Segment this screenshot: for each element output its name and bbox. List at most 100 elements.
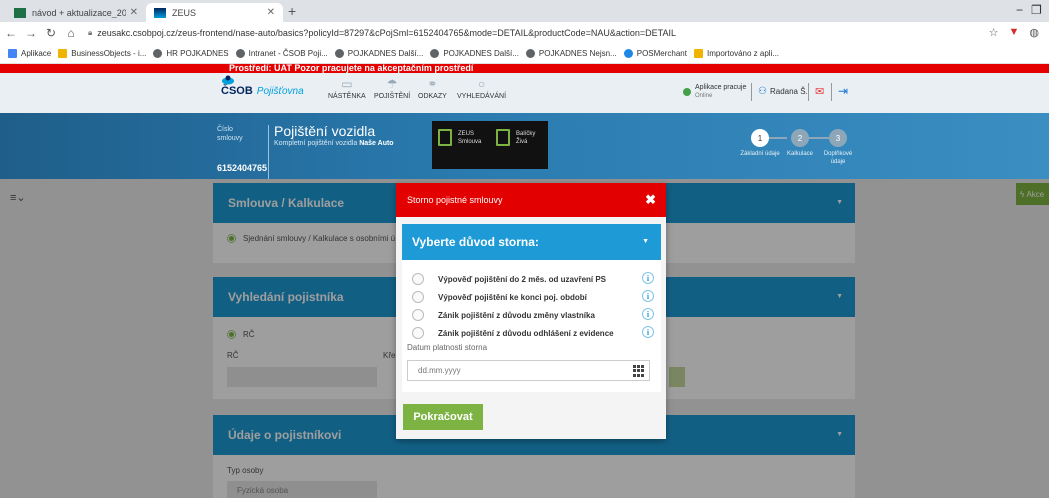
bookmark-item[interactable]: POJKADNES Nejsn...	[525, 49, 617, 58]
product-description: Kompletní pojištění vozidla Naše Auto	[274, 140, 394, 147]
minimize-button[interactable]: −	[1016, 3, 1023, 17]
new-tab-button[interactable]: +	[288, 3, 296, 19]
bookmark-item[interactable]: POJKADNES Další...	[430, 49, 519, 58]
nav-pojisteni[interactable]: ☂ POJIŠTĚNÍ	[374, 77, 410, 100]
zeus-favicon-icon	[154, 7, 166, 18]
csob-logo-icon	[222, 75, 234, 85]
divider	[751, 83, 752, 101]
continue-button[interactable]: Pokračovat	[403, 404, 483, 430]
document-panel: ZEUS Smlouva Balíčky Živá	[432, 121, 548, 169]
bookmark-folder[interactable]: Importováno z apli...	[693, 49, 779, 58]
divider	[831, 83, 832, 101]
info-icon[interactable]: i	[642, 326, 654, 338]
info-icon[interactable]: i	[642, 272, 654, 284]
reload-icon[interactable]: ↻	[42, 26, 60, 40]
radio-button[interactable]	[412, 273, 424, 285]
address-bar-row: ← → ↻ ⌂ 🔒︎ zeusakc.csobpoj.cz/zeus-front…	[0, 22, 1049, 44]
maximize-button[interactable]: ❐	[1031, 3, 1042, 17]
nav-nastenka[interactable]: ▭ NÁSTĚNKA	[328, 77, 366, 100]
bookmark-item[interactable]: POSMerchant	[623, 49, 687, 58]
divider	[808, 83, 809, 101]
browser-tab-bar: návod + aktualizace_2019.xlsm ✕ ZEUS ✕ +…	[0, 0, 1049, 22]
bookmarks-bar: Aplikace BusinessObjects - i... HR POJKA…	[0, 44, 1049, 64]
bookmark-item[interactable]: BusinessObjects - i...	[58, 49, 146, 58]
storno-date-input[interactable]	[418, 366, 618, 375]
tab-label: návod + aktualizace_2019.xlsm	[32, 7, 126, 18]
extension-icon[interactable]: ▼	[1009, 26, 1020, 39]
globe-icon	[235, 49, 245, 58]
close-tab-icon[interactable]: ✕	[130, 7, 138, 18]
chevron-down-icon: ▼	[642, 238, 649, 245]
app-status: Aplikace pracuje Online	[683, 84, 746, 100]
radio-button[interactable]	[412, 309, 424, 321]
globe-icon	[153, 49, 163, 58]
step-1[interactable]: 1	[751, 129, 769, 147]
contract-banner: Číslo smlouvy 6152404765 Pojištění vozid…	[0, 113, 1049, 179]
document-zeus-smlouva[interactable]: ZEUS Smlouva	[438, 129, 496, 146]
date-label: Datum platnosti storna	[407, 343, 488, 352]
user-menu[interactable]: ⚇ Radana Š.	[758, 86, 808, 97]
reason-option[interactable]: Výpověď pojištění do 2 měs. od uzavření …	[412, 272, 654, 286]
search-icon: ○	[477, 77, 486, 91]
storno-reason-select[interactable]: Vyberte důvod storna: ▼	[402, 224, 661, 260]
info-icon[interactable]: i	[642, 308, 654, 320]
profile-icon[interactable]: ◍	[1029, 26, 1039, 39]
star-icon[interactable]: ☆	[989, 26, 999, 39]
mail-icon[interactable]: ✉	[815, 85, 824, 98]
contract-number: 6152404765	[217, 163, 268, 173]
excel-icon	[14, 7, 26, 18]
lock-icon: 🔒︎	[88, 28, 93, 37]
calendar-icon[interactable]	[633, 365, 645, 377]
link-icon: ⚭	[427, 77, 438, 91]
nav-odkazy[interactable]: ⚭ ODKAZY	[418, 77, 447, 100]
address-bar[interactable]: 🔒︎ zeusakc.csobpoj.cz/zeus-frontend/nase…	[88, 28, 676, 38]
bookmark-item[interactable]: HR POJKADNES	[153, 49, 229, 58]
apps-grid-icon	[8, 49, 17, 58]
tab-label: ZEUS	[172, 7, 197, 18]
radio-button[interactable]	[412, 291, 424, 303]
storno-date-field[interactable]	[407, 360, 650, 381]
browser-tab-zeus[interactable]: ZEUS ✕	[146, 3, 283, 22]
globe-icon	[525, 49, 535, 58]
radio-button[interactable]	[412, 327, 424, 339]
divider	[268, 125, 269, 179]
nav-vyhledavani[interactable]: ○ VYHLEDÁVÁNÍ	[457, 77, 506, 100]
close-tab-icon[interactable]: ✕	[267, 7, 275, 18]
forward-arrow-icon[interactable]: →	[22, 26, 40, 40]
step-3[interactable]: 3	[829, 129, 847, 147]
globe-icon	[334, 49, 344, 58]
document-balicky[interactable]: Balíčky Živá	[496, 129, 554, 146]
document-icon	[438, 129, 452, 146]
step-label: Doplňkové údaje	[823, 151, 853, 165]
bookmark-item[interactable]: POJKADNES Další...	[334, 49, 423, 58]
step-label: Základní údaje	[740, 151, 780, 157]
folder-icon	[693, 49, 703, 58]
contract-number-label: Číslo smlouvy	[217, 126, 243, 142]
document-icon	[496, 129, 510, 146]
bookmark-apps[interactable]: Aplikace	[8, 49, 51, 58]
app-header: ČSOB Pojišťovna ▭ NÁSTĚNKA ☂ POJIŠTĚNÍ ⚭…	[0, 73, 1049, 113]
back-arrow-icon[interactable]: ←	[2, 26, 20, 40]
bookmark-favicon-icon	[58, 49, 68, 58]
step-2[interactable]: 2	[791, 129, 809, 147]
close-icon[interactable]: ✖	[645, 192, 656, 208]
storno-modal: Storno pojistné smlouvy ✖ Vyberte důvod …	[396, 183, 666, 439]
browser-tab-excel[interactable]: návod + aktualizace_2019.xlsm ✕	[6, 3, 146, 22]
reason-option[interactable]: Zánik pojištění z důvodu odhlášení z evi…	[412, 326, 654, 340]
page-title: Pojištění vozidla	[274, 123, 376, 139]
uat-warning-text: Prostředí: UAT Pozor pracujete na akcept…	[229, 63, 474, 73]
bookmark-item[interactable]: Intranet - ČSOB Poji...	[235, 49, 328, 58]
bookmark-favicon-icon	[623, 49, 633, 58]
info-icon[interactable]: i	[642, 290, 654, 302]
url-text: zeusakc.csobpoj.cz/zeus-frontend/nase-au…	[97, 28, 677, 38]
globe-icon	[430, 49, 440, 58]
modal-title: Storno pojistné smlouvy	[407, 195, 503, 205]
uat-warning-bar: Prostředí: UAT Pozor pracujete na akcept…	[0, 63, 1049, 73]
user-icon: ⚇	[758, 86, 767, 97]
csob-logo[interactable]: ČSOB Pojišťovna	[221, 75, 304, 97]
reason-option[interactable]: Zánik pojištění z důvodu změny vlastníka…	[412, 308, 654, 322]
home-icon[interactable]: ⌂	[62, 26, 80, 40]
logout-icon[interactable]: ⇥	[838, 84, 848, 98]
reason-option[interactable]: Výpověď pojištění ke konci poj. období i	[412, 290, 654, 304]
dashboard-icon: ▭	[341, 77, 353, 91]
